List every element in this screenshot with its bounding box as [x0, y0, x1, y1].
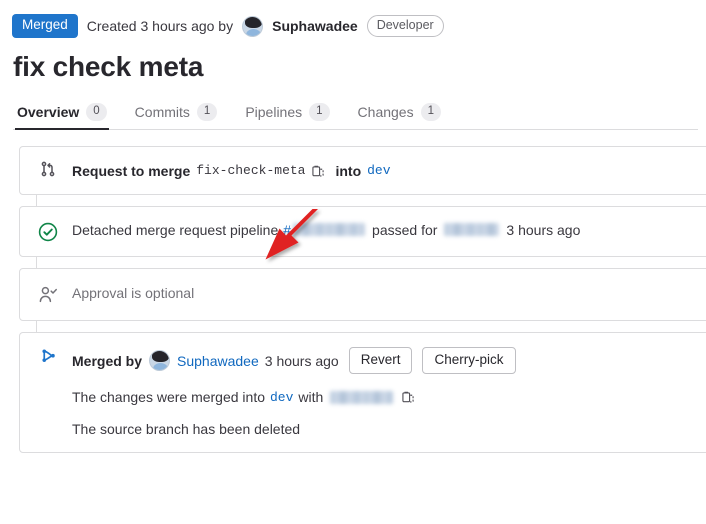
- role-badge: Developer: [366, 14, 444, 38]
- request-to-merge-card: Request to merge fix-check-meta into dev: [19, 145, 706, 195]
- target-branch-name[interactable]: dev: [367, 163, 390, 178]
- avatar[interactable]: [242, 15, 264, 37]
- tab-overview-count: 0: [86, 102, 107, 121]
- status-success-icon: [36, 222, 60, 242]
- source-branch-deleted-line: The source branch has been deleted: [72, 421, 706, 437]
- tab-pipelines[interactable]: Pipelines 1: [243, 102, 331, 129]
- merged-by-avatar[interactable]: [149, 350, 171, 372]
- pipeline-time: 3 hours ago: [506, 221, 581, 238]
- tab-bar: Overview 0 Commits 1 Pipelines 1 Changes…: [13, 99, 698, 130]
- pipeline-hash-symbol: #: [283, 221, 292, 238]
- merged-detail-prefix: The changes were merged into: [72, 389, 265, 406]
- merged-card: Merged by Suphawadee 3 hours ago Revert …: [19, 331, 706, 454]
- copy-source-branch-icon[interactable]: [308, 161, 328, 181]
- merged-by-label: Merged by: [72, 352, 143, 369]
- tab-overview-label: Overview: [17, 103, 80, 120]
- copy-merge-sha-icon[interactable]: [398, 387, 418, 407]
- pipeline-id-redacted[interactable]: [293, 223, 366, 237]
- mr-widget-list: Request to merge fix-check-meta into dev: [19, 145, 706, 454]
- request-to-merge-label: Request to merge: [72, 162, 191, 179]
- pipeline-commit-redacted[interactable]: [444, 223, 500, 237]
- tab-changes[interactable]: Changes 1: [356, 102, 443, 129]
- merged-time: 3 hours ago: [264, 352, 339, 369]
- approval-user-check-icon: [36, 285, 60, 305]
- source-branch-deleted-text: The source branch has been deleted: [72, 421, 301, 438]
- revert-button[interactable]: Revert: [348, 346, 413, 375]
- pipeline-status-card: Detached merge request pipeline # passed…: [19, 205, 706, 257]
- approval-text: Approval is optional: [72, 284, 195, 301]
- pipeline-text-prefix: Detached merge request pipeline: [72, 221, 279, 238]
- source-branch-name[interactable]: fix-check-meta: [196, 163, 305, 178]
- tab-commits[interactable]: Commits 1: [133, 102, 220, 129]
- approval-card: Approval is optional: [19, 267, 706, 321]
- tab-pipelines-count: 1: [309, 102, 330, 121]
- merge-request-page: Merged Created 3 hours ago by Suphawadee…: [0, 0, 706, 524]
- tab-changes-label: Changes: [357, 103, 414, 120]
- tab-changes-count: 1: [420, 102, 441, 121]
- merged-detail-line: The changes were merged into dev with: [72, 387, 706, 407]
- into-label: into: [335, 162, 362, 179]
- page-title: fix check meta: [13, 51, 204, 82]
- tab-pipelines-label: Pipelines: [245, 103, 303, 120]
- merged-target-branch[interactable]: dev: [270, 390, 293, 405]
- merge-icon: [36, 347, 60, 364]
- author-name[interactable]: Suphawadee: [272, 18, 358, 34]
- tab-commits-count: 1: [196, 102, 218, 121]
- created-text: Created 3 hours ago by: [86, 18, 234, 34]
- branch-icon: [36, 161, 60, 177]
- merged-by-author[interactable]: Suphawadee: [177, 353, 259, 369]
- merged-detail-with: with: [298, 389, 324, 406]
- status-badge-merged: Merged: [12, 14, 78, 38]
- cherry-pick-button[interactable]: Cherry-pick: [422, 346, 516, 375]
- pipeline-passed-for-label: passed for: [372, 221, 438, 238]
- tab-overview[interactable]: Overview 0: [15, 102, 109, 130]
- mr-header: Merged Created 3 hours ago by Suphawadee…: [8, 0, 698, 40]
- tab-commits-label: Commits: [134, 103, 190, 120]
- merge-sha-redacted[interactable]: [330, 390, 394, 404]
